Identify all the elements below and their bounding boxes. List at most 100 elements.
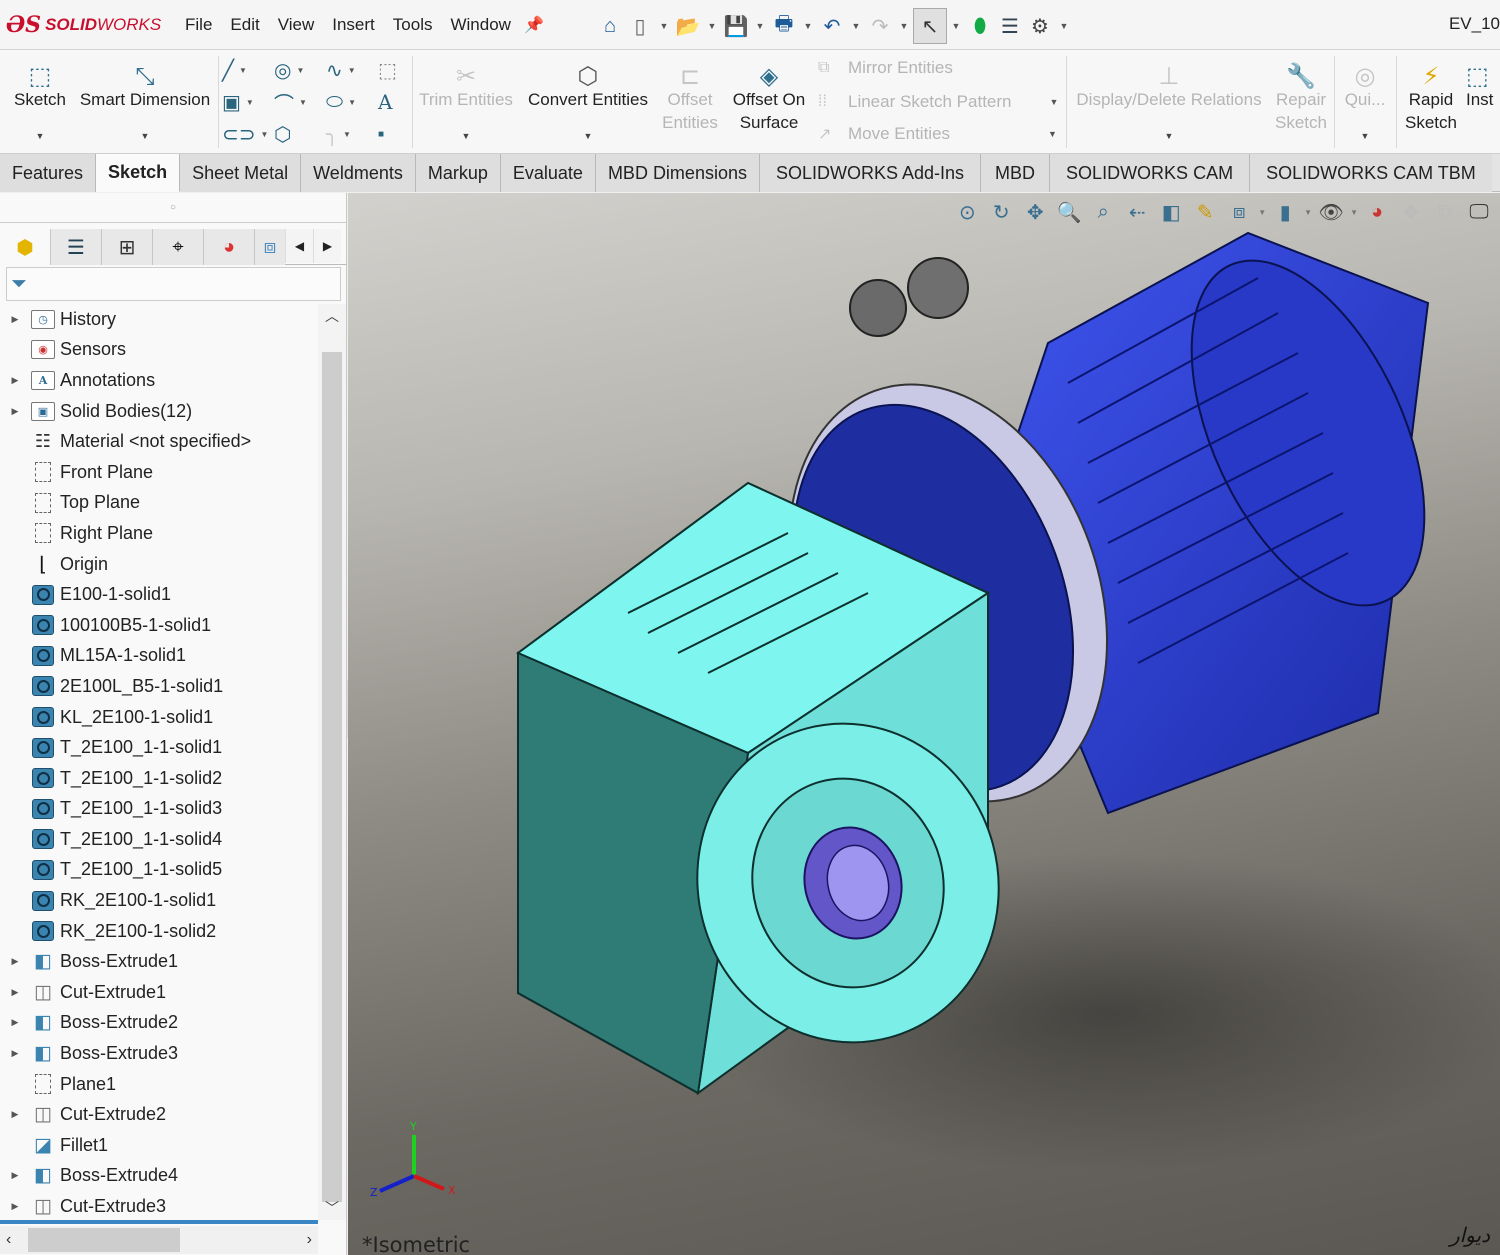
display-style-icon[interactable]: ▮	[1270, 197, 1300, 227]
expand-arrow-icon[interactable]: ▶	[0, 406, 30, 417]
menu-edit[interactable]: Edit	[221, 15, 268, 35]
cam-tab[interactable]: ⧈	[255, 229, 285, 265]
move-dropdown[interactable]: ▼	[1048, 129, 1057, 139]
sketch-button[interactable]: ⬚ Sketch ▼	[12, 54, 68, 148]
slot-tool[interactable]: ⊂⊃ ▼	[222, 118, 274, 150]
featuremanager-tab[interactable]: ⬢	[0, 229, 51, 265]
tab-features[interactable]: Features	[0, 154, 97, 192]
tab-markup[interactable]: Markup	[415, 154, 501, 192]
file-properties-icon[interactable]: ☰	[995, 11, 1025, 41]
repair-sketch-button[interactable]: 🔧 Repair Sketch	[1270, 54, 1332, 134]
tree-item[interactable]: ▶ ▣ Solid Bodies(12)	[0, 396, 318, 427]
expand-arrow-icon[interactable]: ▶	[0, 1109, 30, 1120]
hide-show-items-icon[interactable]: 👁	[1316, 197, 1346, 227]
line-tool[interactable]: ╱ ▼	[222, 54, 274, 86]
expand-arrow-icon[interactable]: ▶	[0, 1048, 30, 1059]
expand-arrow-icon[interactable]: ▶	[0, 1017, 30, 1028]
dimxpertmanager-tab[interactable]: ⌖	[153, 229, 204, 265]
section-view-icon[interactable]: ◧	[1156, 197, 1186, 227]
open-icon[interactable]: 📂	[673, 11, 703, 41]
tree-item[interactable]: Plane1	[0, 1069, 318, 1100]
pan-icon[interactable]: ✥	[1020, 197, 1050, 227]
tree-item[interactable]: Top Plane	[0, 488, 318, 519]
tree-item[interactable]: 2E100L_B5-1-solid1	[0, 671, 318, 702]
tree-horizontal-scrollbar[interactable]: ‹ ›	[0, 1226, 318, 1254]
view-orientation-icon[interactable]: ⧈	[1224, 197, 1254, 227]
rectangle-tool[interactable]: ▣ ▼	[222, 86, 274, 118]
expand-arrow-icon[interactable]: ▶	[0, 375, 30, 386]
tab-mbd[interactable]: MBD	[981, 154, 1051, 192]
convert-dropdown[interactable]: ▼	[584, 125, 593, 148]
apply-scene-icon[interactable]: ❖	[1396, 197, 1426, 227]
trim-dropdown[interactable]: ▼	[462, 125, 471, 148]
zoom-in-out-icon[interactable]: 🔍	[1054, 197, 1084, 227]
tree-item[interactable]: T_2E100_1-1-solid3	[0, 794, 318, 825]
ellipse-tool[interactable]: ⬭ ▼	[326, 86, 378, 118]
tree-item[interactable]: T_2E100_1-1-solid5	[0, 855, 318, 886]
offset-entities-button[interactable]: ⊏ Offset Entities	[656, 54, 724, 134]
panel-tabs-scroll-right[interactable]: ▶	[313, 229, 341, 263]
circle-tool[interactable]: ◎ ▼	[274, 54, 326, 86]
tree-item[interactable]: ▶ ◧ Boss-Extrude2	[0, 1008, 318, 1039]
solidworks-logo[interactable]: ƏS SOLID WORKS	[6, 12, 176, 38]
configurationmanager-tab[interactable]: ⊞	[102, 229, 153, 265]
smart-dimension-dropdown[interactable]: ▼	[141, 125, 150, 148]
new-document-icon[interactable]: ▯	[625, 11, 655, 41]
print-icon[interactable]: 🖶	[769, 11, 799, 41]
menu-view[interactable]: View	[269, 15, 324, 35]
expand-arrow-icon[interactable]: ▶	[0, 1201, 30, 1212]
tree-item[interactable]: ◪ Fillet1	[0, 1130, 318, 1161]
undo-dropdown[interactable]: ▼	[847, 21, 865, 31]
tab-sheet-metal[interactable]: Sheet Metal	[180, 154, 302, 192]
expand-arrow-icon[interactable]: ▶	[0, 956, 30, 967]
tree-item[interactable]: ▶ ◧ Boss-Extrude3	[0, 1038, 318, 1069]
home-icon[interactable]: ⌂	[595, 11, 625, 41]
tree-filter[interactable]: ⏷	[6, 267, 341, 301]
open-dropdown[interactable]: ▼	[703, 21, 721, 31]
tree-item[interactable]: ⌊ Origin	[0, 549, 318, 580]
save-icon[interactable]: 💾	[721, 11, 751, 41]
zoom-to-area-icon[interactable]: ⌕	[1088, 197, 1118, 227]
convert-entities-button[interactable]: ⬡ Convert Entities ▼	[522, 54, 654, 148]
tree-item[interactable]: ☷ Material <not specified>	[0, 426, 318, 457]
redo-dropdown[interactable]: ▼	[895, 21, 913, 31]
menu-tools[interactable]: Tools	[384, 15, 442, 35]
menu-window[interactable]: Window	[441, 15, 519, 35]
move-entities-button[interactable]: ↗ Move Entities ▼	[818, 124, 1057, 144]
previous-view-icon[interactable]: ⇠	[1122, 197, 1152, 227]
rotate-view-icon[interactable]: ↻	[986, 197, 1016, 227]
fillet-tool[interactable]: ╮ ▼	[326, 118, 378, 150]
tree-item[interactable]: T_2E100_1-1-solid1	[0, 732, 318, 763]
menu-insert[interactable]: Insert	[323, 15, 384, 35]
sketch-dropdown[interactable]: ▼	[36, 125, 45, 148]
print-dropdown[interactable]: ▼	[799, 21, 817, 31]
rapid-sketch-button[interactable]: ⚡ Rapid Sketch	[1400, 54, 1462, 134]
tree-item[interactable]: Right Plane	[0, 518, 318, 549]
pattern-dropdown[interactable]: ▼	[1049, 97, 1058, 107]
options-icon[interactable]: ⚙	[1025, 11, 1055, 41]
quick-snaps-dropdown[interactable]: ▼	[1361, 125, 1370, 148]
edit-appearance-icon[interactable]: ◕	[1362, 197, 1392, 227]
save-dropdown[interactable]: ▼	[751, 21, 769, 31]
display-style-dropdown[interactable]: ▼	[1304, 208, 1312, 217]
view-orientation-dropdown[interactable]: ▼	[1258, 208, 1266, 217]
panel-resize-handle[interactable]: ○	[0, 193, 346, 223]
tab-weldments[interactable]: Weldments	[301, 154, 416, 192]
polygon-tool[interactable]: ⬡	[274, 118, 326, 150]
tab-sketch[interactable]: Sketch	[96, 154, 181, 192]
tab-mbd-dimensions[interactable]: MBD Dimensions	[595, 154, 760, 192]
expand-arrow-icon[interactable]: ▶	[0, 987, 30, 998]
arc-tool[interactable]: ⌒ ▼	[274, 86, 326, 118]
offset-on-surface-button[interactable]: ◈ Offset On Surface	[726, 54, 812, 134]
tree-item[interactable]: RK_2E100-1-solid2	[0, 916, 318, 947]
tree-item[interactable]: ▶ ◫ Cut-Extrude3	[0, 1191, 318, 1220]
relations-dropdown[interactable]: ▼	[1165, 125, 1174, 148]
tree-item[interactable]: ▶ ◫ Cut-Extrude2	[0, 1099, 318, 1130]
rebuild-icon[interactable]: ⬮	[965, 11, 995, 41]
redo-icon[interactable]: ↷	[865, 11, 895, 41]
monitor-icon[interactable]: 🖵	[1464, 197, 1494, 227]
scroll-right-button[interactable]: ›	[307, 1231, 312, 1249]
select-dropdown[interactable]: ▼	[947, 21, 965, 31]
propertymanager-tab[interactable]: ☰	[51, 229, 102, 265]
tree-item[interactable]: ▶ A Annotations	[0, 365, 318, 396]
